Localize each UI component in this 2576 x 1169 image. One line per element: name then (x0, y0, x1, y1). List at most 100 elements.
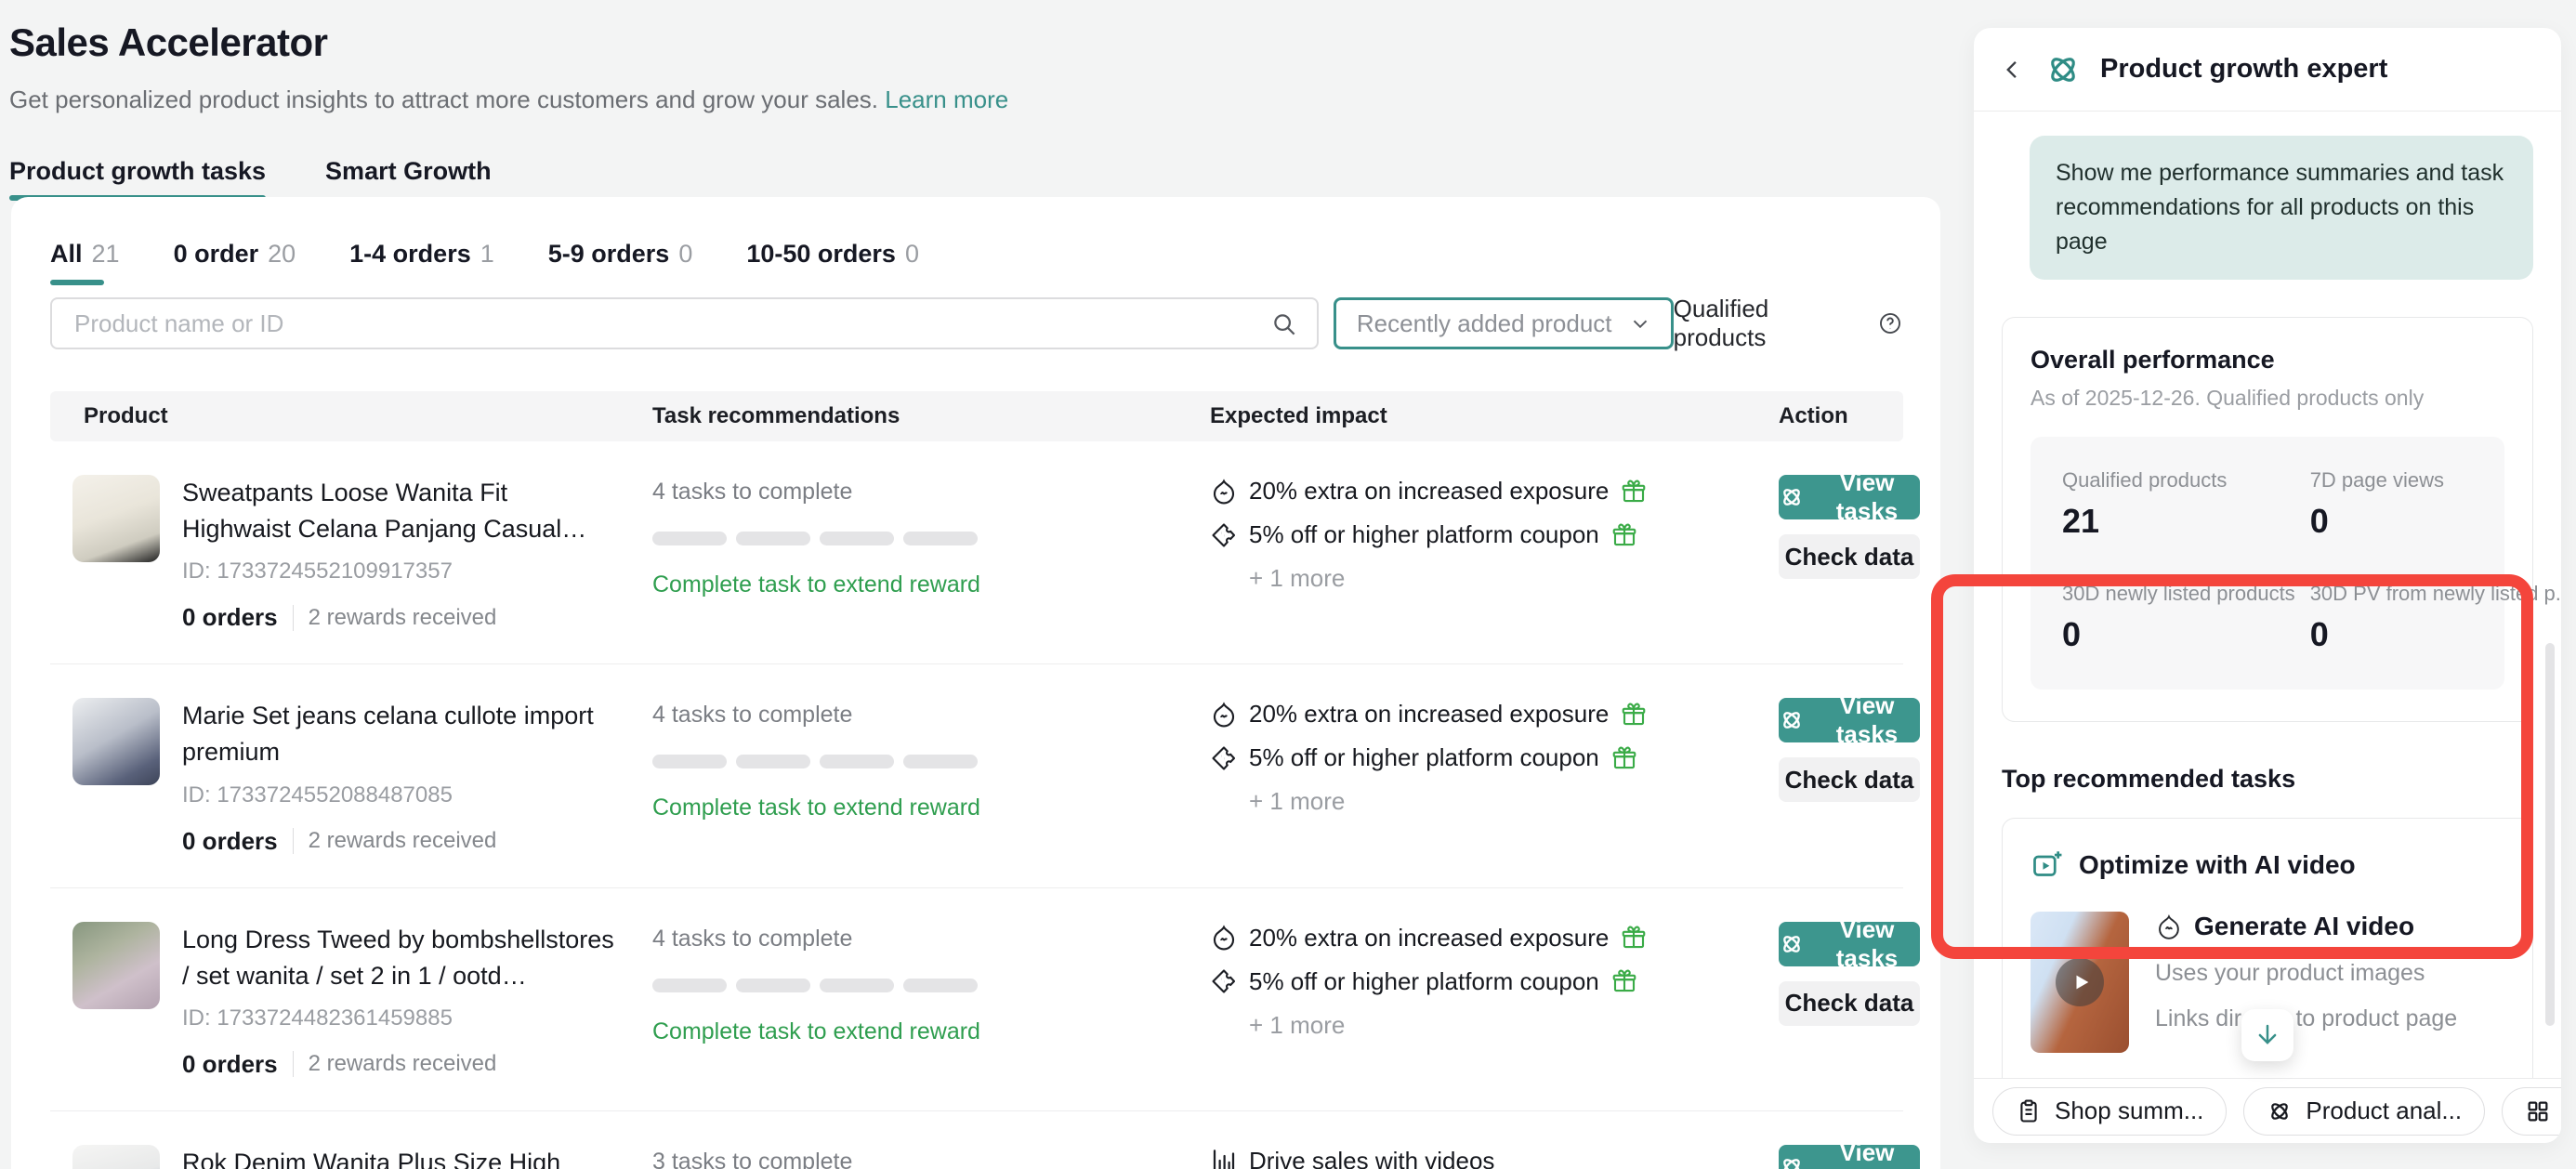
product-table-body: Sweatpants Loose Wanita Fit Highwaist Ce… (50, 441, 1903, 1169)
rewards-received: 2 rewards received (309, 1051, 497, 1077)
search-input[interactable] (50, 297, 1319, 349)
impact-item: 20% extra on increased exposure (1210, 477, 1779, 506)
assistant-footer: Shop summ... Product anal... More (1974, 1078, 2561, 1143)
product-anal-chip[interactable]: Product anal... (2243, 1087, 2485, 1136)
atom-icon (1779, 484, 1805, 510)
filter-0-order[interactable]: 0 order20 (174, 240, 296, 285)
extend-reward-link[interactable]: Complete task to extend reward (652, 1018, 1210, 1045)
help-circle-icon[interactable] (1877, 310, 1903, 336)
ai-video-thumbnail[interactable] (2031, 912, 2129, 1053)
extend-reward-link[interactable]: Complete task to extend reward (652, 571, 1210, 598)
check-data-button[interactable]: Check data (1779, 534, 1920, 579)
ai-video-feature: Generate AI video (2194, 912, 2414, 941)
task-progress-bars (652, 979, 1210, 992)
shop-summ-chip[interactable]: Shop summ... (1992, 1087, 2227, 1136)
product-id: ID: 1733724552088487085 (182, 782, 615, 808)
scrollbar-thumb[interactable] (2545, 643, 2555, 1026)
chart-icon (1210, 1147, 1238, 1169)
back-chevron-icon[interactable] (2000, 57, 2026, 83)
filter-10-50-orders[interactable]: 10-50 orders0 (746, 240, 919, 285)
filter-all[interactable]: All21 (50, 240, 120, 285)
assistant-body: Show me performance summaries and task r… (1974, 112, 2561, 1080)
column-header-tasks: Task recommendations (652, 403, 1210, 429)
tab-product-growth-tasks[interactable]: Product growth tasks (9, 157, 266, 201)
view-tasks-button[interactable]: View tasks (1779, 475, 1920, 519)
product-image[interactable] (72, 1145, 160, 1169)
table-row: Rok Denim Wanita Plus Size High Waist Sl… (50, 1111, 1903, 1169)
tab-smart-growth[interactable]: Smart Growth (325, 157, 492, 201)
flame-icon (1210, 701, 1238, 729)
gift-icon (1610, 744, 1638, 772)
learn-more-link[interactable]: Learn more (885, 85, 1008, 113)
toolbar: Recently added product Qualified product… (50, 295, 1903, 352)
column-header-impact: Expected impact (1210, 403, 1779, 429)
product-title[interactable]: Rok Denim Wanita Plus Size High Waist Sl… (182, 1145, 615, 1169)
gift-icon (1610, 521, 1638, 549)
product-image[interactable] (72, 922, 160, 1009)
tasks-to-complete: 4 tasks to complete (652, 475, 1210, 506)
impact-item: 20% extra on increased exposure (1210, 924, 1779, 952)
coupon-icon (1210, 744, 1238, 772)
more-chip[interactable]: More (2502, 1087, 2561, 1136)
ai-video-bullet-1: Uses your product images (2155, 960, 2457, 987)
table-header: Product Task recommendations Expected im… (50, 391, 1903, 441)
product-id: ID: 1733724552109917357 (182, 558, 615, 584)
sort-dropdown-value: Recently added product (1357, 309, 1612, 338)
impact-item: + 1 more (1210, 1011, 1779, 1040)
sort-dropdown[interactable]: Recently added product (1334, 297, 1674, 349)
column-header-action: Action (1779, 403, 1903, 429)
stat-30d-newly-listed: 30D newly listed products 0 (2062, 582, 2295, 654)
top-recommended-tasks-title: Top recommended tasks (2002, 765, 2533, 794)
stat-30d-pv-newly-listed: 30D PV from newly listed p... 0 (2310, 582, 2561, 654)
video-sparkle-icon (2031, 848, 2064, 882)
page-header: Sales Accelerator Get personalized produ… (9, 20, 1008, 201)
product-title[interactable]: Sweatpants Loose Wanita Fit Highwaist Ce… (182, 475, 615, 547)
clipboard-icon (2016, 1098, 2042, 1124)
check-data-button[interactable]: Check data (1779, 757, 1920, 802)
order-filters: All21 0 order20 1-4 orders1 5-9 orders0 10-5… (11, 197, 1940, 285)
chevron-down-icon (1628, 311, 1652, 335)
gift-icon (1620, 924, 1648, 952)
product-stats: 0 orders 2 rewards received (182, 827, 615, 856)
product-title[interactable]: Long Dress Tweed by bombshellstores / se… (182, 922, 615, 994)
rewards-received: 2 rewards received (309, 605, 497, 631)
rewards-received: 2 rewards received (309, 828, 497, 854)
orders-count: 0 orders (182, 1050, 278, 1079)
impact-item: 5% off or higher platform coupon (1210, 520, 1779, 549)
coupon-icon (1210, 967, 1238, 995)
table-row: Long Dress Tweed by bombshellstores / se… (50, 888, 1903, 1111)
product-image[interactable] (72, 475, 160, 562)
scroll-down-button[interactable] (2241, 1009, 2293, 1061)
qualified-products-label: Qualified products (1674, 295, 1903, 352)
table-row: Marie Set jeans celana cullote import pr… (50, 664, 1903, 887)
orders-count: 0 orders (182, 603, 278, 632)
ai-video-title: Optimize with AI video (2079, 850, 2356, 880)
product-image[interactable] (72, 698, 160, 785)
table-row: Sweatpants Loose Wanita Fit Highwaist Ce… (50, 441, 1903, 664)
extend-reward-link[interactable]: Complete task to extend reward (652, 795, 1210, 821)
gift-icon (1610, 967, 1638, 995)
product-id: ID: 1733724482361459885 (182, 1005, 615, 1031)
view-tasks-button[interactable]: View tasks (1779, 922, 1920, 966)
check-data-button[interactable]: Check data (1779, 981, 1920, 1026)
view-tasks-button[interactable]: View tasks (1779, 1145, 1920, 1169)
search-icon[interactable] (1270, 310, 1298, 338)
atom-icon (2044, 51, 2082, 88)
product-stats: 0 orders 2 rewards received (182, 603, 615, 632)
overall-performance-title: Overall performance (2031, 346, 2504, 374)
product-title[interactable]: Marie Set jeans celana cullote import pr… (182, 698, 615, 770)
flame-icon (1210, 924, 1238, 952)
assistant-header: Product growth expert (1974, 28, 2561, 112)
filter-5-9-orders[interactable]: 5-9 orders0 (548, 240, 693, 285)
orders-count: 0 orders (182, 827, 278, 856)
grid-icon (2525, 1098, 2551, 1124)
product-stats: 0 orders 2 rewards received (182, 1050, 615, 1079)
view-tasks-button[interactable]: View tasks (1779, 698, 1920, 742)
stat-qualified-products: Qualified products 21 (2062, 468, 2295, 541)
task-progress-bars (652, 532, 1210, 545)
gift-icon (1620, 701, 1648, 729)
page-subtitle-text: Get personalized product insights to att… (9, 85, 878, 113)
tasks-to-complete: 3 tasks to complete (652, 1145, 1210, 1169)
filter-1-4-orders[interactable]: 1-4 orders1 (349, 240, 494, 285)
play-icon (2056, 958, 2104, 1006)
